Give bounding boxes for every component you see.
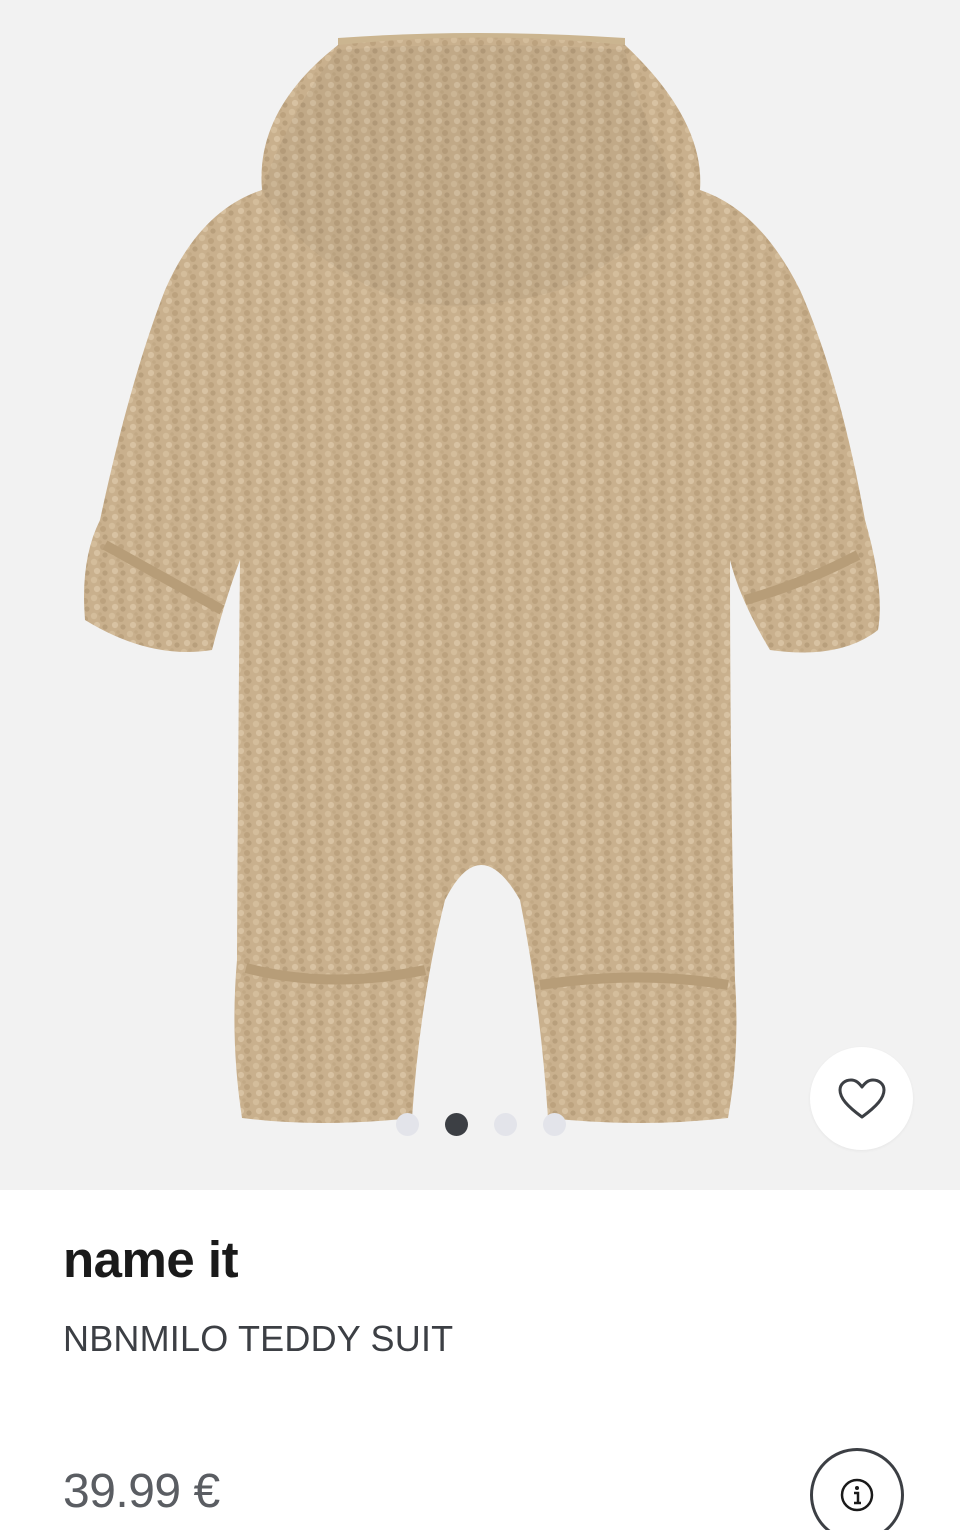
pagination-dot[interactable]: [396, 1112, 419, 1136]
product-brand[interactable]: name it: [63, 1230, 239, 1289]
pagination-dot-active[interactable]: [445, 1112, 468, 1136]
image-pagination: [396, 1112, 566, 1136]
product-name: NBNMILO TEDDY SUIT: [63, 1318, 454, 1359]
price-info-button[interactable]: [810, 1448, 904, 1530]
product-price: 39.99 €: [63, 1465, 220, 1518]
heart-icon: [838, 1078, 885, 1118]
product-image-gallery[interactable]: [0, 0, 960, 1190]
pagination-dot[interactable]: [494, 1112, 517, 1136]
info-icon: [840, 1478, 874, 1512]
product-image: [84, 33, 880, 1123]
add-to-wishlist-button[interactable]: [810, 1047, 913, 1150]
pagination-dot[interactable]: [543, 1112, 566, 1136]
product-info: name it NBNMILO TEDDY SUIT 39.99 €: [0, 1190, 960, 1530]
